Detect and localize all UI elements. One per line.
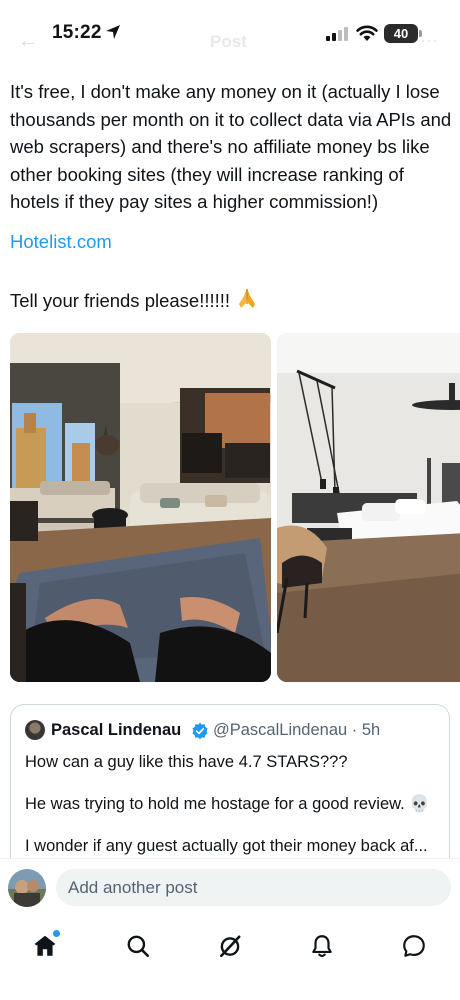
- quoted-text-line-3: I wonder if any guest actually got their…: [25, 837, 428, 855]
- quoted-post[interactable]: Pascal Lindenau @PascalLindenau · 5h How…: [10, 704, 450, 874]
- home-icon: [34, 935, 56, 956]
- more-options-icon[interactable]: ···: [420, 30, 438, 51]
- search-icon: [127, 935, 150, 958]
- folded-hands-emoji-icon: [239, 288, 256, 308]
- user-avatar[interactable]: [8, 869, 46, 907]
- post-cta-text: Tell your friends please!!!!!!: [10, 290, 231, 311]
- reply-bar: [0, 858, 460, 916]
- battery-indicator: 40: [384, 24, 418, 43]
- status-bar: ← Post ··· 15:22 40: [0, 0, 460, 62]
- wifi-icon: [356, 25, 378, 41]
- battery-cap: [419, 30, 422, 37]
- bell-icon: [312, 935, 332, 958]
- cellular-signal-icon: [326, 27, 348, 41]
- post-photo-bedroom[interactable]: [277, 333, 460, 682]
- post-photo-living-room[interactable]: [10, 333, 271, 682]
- location-arrow-icon: [106, 25, 120, 39]
- post-cta: Tell your friends please!!!!!!: [10, 286, 259, 312]
- status-time: 15:22: [52, 22, 102, 43]
- reply-input[interactable]: [56, 869, 451, 906]
- quoted-author-name: Pascal Lindenau: [51, 721, 182, 739]
- verified-badge-icon: [192, 722, 208, 740]
- home-unread-dot: [53, 930, 60, 937]
- back-arrow-icon[interactable]: ←: [18, 30, 38, 53]
- tab-messages[interactable]: [392, 924, 436, 968]
- quoted-author-avatar: [25, 720, 45, 740]
- post-text: It's free, I don't make any money on it …: [10, 81, 452, 212]
- bottom-tab-bar: [0, 916, 460, 1000]
- tab-notifications[interactable]: [300, 924, 344, 968]
- grok-icon: [220, 935, 241, 958]
- header-title: Post: [210, 32, 247, 51]
- quoted-text-line-2: He was trying to hold me hostage for a g…: [25, 795, 430, 813]
- quoted-author-handle: @PascalLindenau · 5h: [213, 721, 381, 739]
- quoted-text-line-1: How can a guy like this have 4.7 STARS??…: [25, 753, 348, 771]
- post-link[interactable]: Hotelist.com: [10, 231, 112, 253]
- tab-home[interactable]: [23, 924, 67, 968]
- tab-search[interactable]: [116, 924, 160, 968]
- tab-grok[interactable]: [208, 924, 252, 968]
- messages-icon: [403, 935, 425, 957]
